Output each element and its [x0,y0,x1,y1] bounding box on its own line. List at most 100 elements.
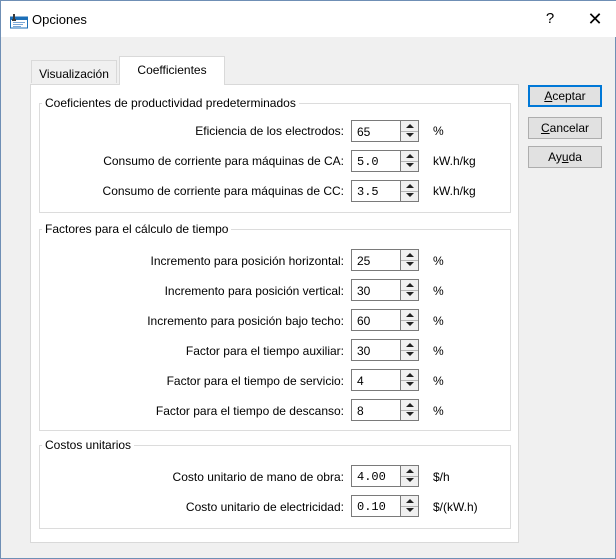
spinner-value: 65 [357,125,371,139]
overhead-increment-spinner[interactable]: 60 [351,309,419,331]
arrow-down-icon [406,478,414,482]
spinner-value: 8 [357,404,364,418]
spin-down-button[interactable] [401,350,418,360]
spinner-value: 60 [357,314,371,328]
unit-label: % [433,344,444,358]
arrow-down-icon [406,262,414,266]
spinner-value: 4 [357,374,364,388]
arrow-down-icon [406,382,414,386]
tab-label: Visualización [39,67,109,81]
button-mnemonic: u [561,150,569,164]
spin-down-button[interactable] [401,191,418,201]
row-label: Factor para el tiempo auxiliar: [185,344,344,358]
arrow-up-icon [406,253,414,257]
unit-label: % [433,374,444,388]
spinner-value: 25 [357,254,371,268]
spinner-value: 30 [357,344,371,358]
unit-label: kW.h/kg [433,184,476,198]
labor-cost-spinner[interactable]: 4.00 [351,465,419,487]
electricity-cost-spinner[interactable]: 0.10 [351,495,419,517]
button-label-pre: Ay [548,150,562,164]
unit-label: $/h [433,470,450,484]
row-label: Factor para el tiempo de descanso: [155,404,344,418]
dc-consumption-spinner[interactable]: 3.5 [351,180,419,202]
button-label-post: da [568,150,582,164]
arrow-up-icon [406,313,414,317]
button-mnemonic: C [540,121,550,135]
app-settings-icon [10,14,28,29]
vertical-increment-spinner[interactable]: 30 [351,279,419,301]
spin-down-button[interactable] [401,260,418,270]
help-button[interactable]: Ayuda [528,146,602,168]
arrow-up-icon [406,403,414,407]
row-label: Incremento para posición horizontal: [150,254,344,268]
spin-down-button[interactable] [401,320,418,330]
row-label: Consumo de corriente para máquinas de CA… [103,154,344,168]
spin-down-button[interactable] [401,476,418,486]
button-label-post: ancelar [549,121,590,135]
tab-coefficientes[interactable]: Coefficientes [119,56,225,85]
spin-down-button[interactable] [401,131,418,141]
spinner-value: 3.5 [357,185,379,199]
unit-label: $/(kW.h) [433,500,478,514]
window-title: Opciones [32,12,87,27]
accept-button[interactable]: Aceptar [528,85,602,107]
title-bar[interactable]: Opciones ? ✕ [1,1,616,37]
spin-down-button[interactable] [401,380,418,390]
arrow-down-icon [406,352,414,356]
arrow-up-icon [406,124,414,128]
group-title-time: Factores para el cálculo de tiempo [42,222,232,236]
spin-down-button[interactable] [401,290,418,300]
arrow-down-icon [406,322,414,326]
arrow-down-icon [406,193,414,197]
row-label: Consumo de corriente para máquinas de CC… [102,184,344,198]
arrow-down-icon [406,508,414,512]
horizontal-increment-spinner[interactable]: 25 [351,249,419,271]
efficiency-spinner[interactable]: 65 [351,120,419,142]
arrow-down-icon [406,412,414,416]
unit-label: kW.h/kg [433,154,476,168]
arrow-up-icon [406,184,414,188]
arrow-down-icon [406,163,414,167]
auxiliary-time-spinner[interactable]: 30 [351,339,419,361]
spinner-value: 5.0 [357,155,379,169]
spin-down-button[interactable] [401,506,418,516]
arrow-up-icon [406,469,414,473]
close-icon[interactable]: ✕ [585,9,605,30]
rest-time-spinner[interactable]: 8 [351,399,419,421]
row-label: Incremento para posición vertical: [164,284,344,298]
options-dialog: Opciones ? ✕ Visualización Coefficientes… [0,0,616,559]
row-label: Costo unitario de mano de obra: [172,470,344,484]
help-icon[interactable]: ? [540,10,560,27]
unit-label: % [433,254,444,268]
tab-visualizacion[interactable]: Visualización [31,60,117,83]
row-label: Incremento para posición bajo techo: [147,314,344,328]
arrow-up-icon [406,343,414,347]
row-label: Costo unitario de electricidad: [185,500,344,514]
spin-down-button[interactable] [401,410,418,420]
arrow-down-icon [406,133,414,137]
group-title-productivity: Coeficientes de productividad predetermi… [42,96,299,110]
group-costs [39,445,511,529]
unit-label: % [433,404,444,418]
arrow-up-icon [406,154,414,158]
spinner-value: 30 [357,284,371,298]
tab-label: Coefficientes [137,63,207,77]
arrow-down-icon [406,292,414,296]
service-time-spinner[interactable]: 4 [351,369,419,391]
arrow-up-icon [406,283,414,287]
button-label-post: ceptar [552,89,586,103]
arrow-up-icon [406,373,414,377]
spin-down-button[interactable] [401,161,418,171]
row-label: Factor para el tiempo de servicio: [166,374,344,388]
unit-label: % [433,314,444,328]
arrow-up-icon [406,499,414,503]
row-label: Eficiencia de los electrodos: [195,124,344,138]
spinner-value: 4.00 [357,470,386,484]
spinner-value: 0.10 [357,500,386,514]
ac-consumption-spinner[interactable]: 5.0 [351,150,419,172]
cancel-button[interactable]: Cancelar [528,117,602,139]
group-title-costs: Costos unitarios [42,438,135,452]
unit-label: % [433,284,444,298]
unit-label: % [433,124,444,138]
